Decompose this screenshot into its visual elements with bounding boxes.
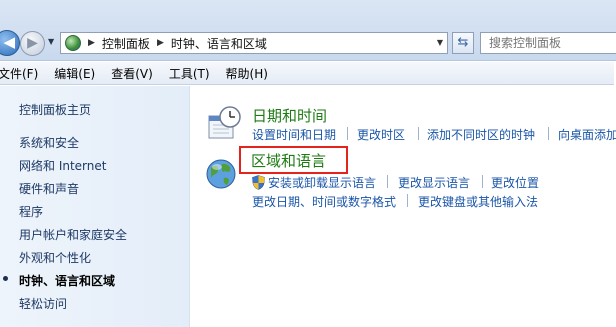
breadcrumb-control-panel[interactable]: 控制面板 [102, 35, 150, 52]
breadcrumb-arrow-icon[interactable]: ▶ [157, 38, 164, 48]
link-install-display-language[interactable]: 安装或卸载显示语言 [268, 174, 376, 191]
sidebar-item-user-accounts[interactable]: 用户帐户和家庭安全 [19, 226, 127, 243]
link-separator [387, 175, 388, 188]
link-add-clocks[interactable]: 添加不同时区的时钟 [427, 126, 535, 143]
uac-shield-icon [252, 175, 265, 190]
refresh-button[interactable]: ⇆ [452, 32, 474, 54]
menu-help[interactable]: 帮助(H) [218, 65, 276, 82]
link-separator [482, 175, 483, 188]
breadcrumb-arrow-icon[interactable]: ▶ [88, 38, 95, 48]
link-change-display-language[interactable]: 更改显示语言 [398, 174, 470, 191]
menu-edit[interactable]: 编辑(E) [46, 65, 103, 82]
link-change-time-zone[interactable]: 更改时区 [357, 126, 405, 143]
search-input[interactable] [489, 34, 609, 52]
breadcrumb-clock-language-region[interactable]: 时钟、语言和区域 [171, 35, 267, 52]
region-language-globe-icon[interactable] [205, 156, 241, 190]
forward-button[interactable]: ▶ [20, 31, 45, 56]
link-change-keyboard-input[interactable]: 更改键盘或其他输入法 [418, 193, 538, 210]
main-content: 日期和时间 设置时间和日期 更改时区 添加不同时区的时钟 向桌面添加 区域和语言… [191, 86, 616, 327]
sidebar-item-appearance[interactable]: 外观和个性化 [19, 249, 91, 266]
link-separator [407, 194, 408, 207]
search-box[interactable] [480, 32, 616, 54]
link-separator [347, 127, 348, 140]
active-item-bullet-icon [3, 276, 8, 281]
address-box[interactable]: ▶ 控制面板 ▶ 时钟、语言和区域 ▼ [60, 32, 448, 54]
menu-bar: 文件(F) 编辑(E) 查看(V) 工具(T) 帮助(H) [0, 62, 614, 85]
address-bar: ◀ ▶ ▼ ▶ 控制面板 ▶ 时钟、语言和区域 ▼ ⇆ [0, 0, 616, 61]
menu-file[interactable]: 文件(F) [0, 65, 46, 82]
sidebar-item-programs[interactable]: 程序 [19, 203, 43, 220]
control-panel-icon [65, 35, 81, 51]
recent-pages-dropdown-icon[interactable]: ▼ [48, 37, 54, 46]
sidebar-item-system-security[interactable]: 系统和安全 [19, 134, 79, 151]
sidebar-item-network[interactable]: 网络和 Internet [19, 157, 106, 174]
menu-tools[interactable]: 工具(T) [161, 65, 218, 82]
back-button[interactable]: ◀ [0, 30, 20, 56]
sidebar-item-hardware-sound[interactable]: 硬件和声音 [19, 180, 79, 197]
date-time-clock-icon[interactable] [208, 106, 242, 140]
link-separator [418, 127, 419, 140]
link-separator [548, 127, 549, 140]
link-change-location[interactable]: 更改位置 [491, 174, 539, 191]
sidebar: 控制面板主页 系统和安全 网络和 Internet 硬件和声音 程序 用户帐户和… [0, 86, 190, 327]
menu-view[interactable]: 查看(V) [103, 65, 161, 82]
sidebar-item-clock-language-region[interactable]: 时钟、语言和区域 [19, 272, 115, 289]
category-date-time-title[interactable]: 日期和时间 [252, 105, 327, 126]
link-change-date-time-format[interactable]: 更改日期、时间或数字格式 [252, 193, 396, 210]
address-dropdown-icon[interactable]: ▼ [437, 38, 443, 47]
sidebar-home-link[interactable]: 控制面板主页 [19, 101, 91, 118]
link-add-to-desktop[interactable]: 向桌面添加 [558, 126, 616, 143]
highlight-box [239, 146, 348, 174]
sidebar-item-ease-of-access[interactable]: 轻松访问 [19, 295, 67, 312]
link-set-time-date[interactable]: 设置时间和日期 [252, 126, 336, 143]
